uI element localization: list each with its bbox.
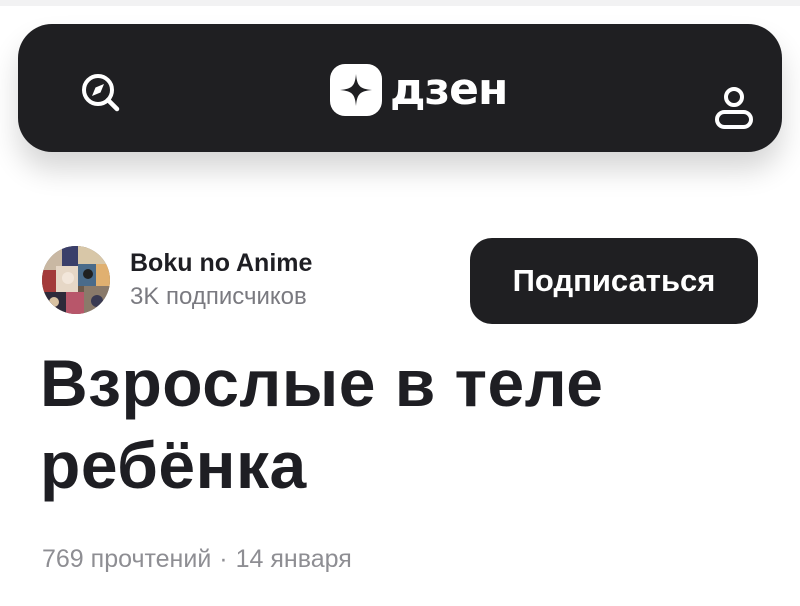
subscribe-button[interactable]: Подписаться bbox=[470, 238, 758, 324]
article-reads-count: 769 прочтений bbox=[42, 545, 212, 573]
top-navigation-bar: дзен bbox=[18, 24, 782, 152]
channel-subscribers-count: 3K подписчиков bbox=[130, 283, 307, 310]
article-date: 14 января bbox=[235, 545, 352, 573]
logo-text: дзен bbox=[390, 64, 508, 115]
status-strip bbox=[0, 0, 800, 6]
dzen-star-icon bbox=[330, 64, 382, 116]
article-meta: 769 прочтений · 14 января bbox=[42, 542, 352, 576]
search-button[interactable] bbox=[76, 68, 128, 120]
profile-icon bbox=[715, 87, 753, 129]
dzen-logo[interactable]: дзен bbox=[330, 62, 508, 118]
channel-name[interactable]: Boku no Anime bbox=[130, 248, 312, 278]
profile-button[interactable] bbox=[708, 86, 760, 138]
article-title: Взрослые в теле ребёнка bbox=[40, 346, 604, 502]
compass-search-icon bbox=[82, 74, 120, 112]
channel-avatar[interactable] bbox=[42, 246, 110, 314]
meta-separator: · bbox=[219, 545, 228, 573]
